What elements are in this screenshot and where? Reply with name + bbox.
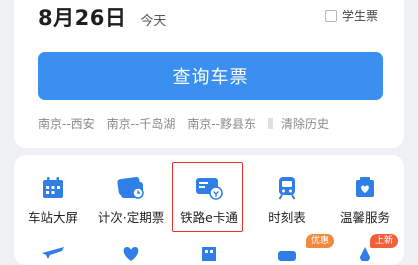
today-label: 今天 [140, 14, 167, 29]
departure-date[interactable]: 8月26日 [38, 2, 126, 32]
new-badge: 上新 [370, 234, 399, 248]
service-label: 铁路e卡通 [180, 210, 238, 225]
services-grid: 车站大屏 计次·定期票 铁路e卡通 时刻表 温馨服务 [14, 173, 404, 226]
service-label: 温馨服务 [339, 210, 390, 225]
date-selector[interactable]: 8月26日 今天 [38, 2, 167, 30]
service-station-screen[interactable]: 车站大屏 [14, 173, 92, 226]
plane-icon [42, 247, 64, 259]
student-ticket-label: 学生票 [341, 9, 378, 23]
station-screen-icon [38, 173, 68, 203]
history-item[interactable]: 南京--西安 [38, 115, 95, 132]
ticket-pass-icon [116, 173, 146, 203]
service-row2-2[interactable] [92, 241, 170, 261]
train-timetable-icon [272, 173, 302, 203]
building-icon [202, 247, 216, 261]
service-ticket-pass[interactable]: 计次·定期票 [92, 173, 170, 226]
service-label: 车站大屏 [27, 210, 78, 225]
search-history: 南京--西安 南京--千岛湖 南京--黟县东 清除历史 [38, 115, 388, 132]
service-warm-care[interactable]: 温馨服务 [326, 173, 404, 226]
service-label: 时刻表 [268, 210, 306, 225]
service-rail-ecard[interactable]: 铁路e卡通 [170, 173, 248, 226]
student-ticket-toggle[interactable]: 学生票 [324, 7, 378, 24]
service-timetable[interactable]: 时刻表 [248, 173, 326, 226]
car-icon [278, 251, 296, 261]
service-row2-1[interactable] [14, 241, 92, 261]
query-tickets-button[interactable]: 查询车票 [38, 52, 383, 100]
services-card: 车站大屏 计次·定期票 铁路e卡通 时刻表 温馨服务 优惠 上新 [14, 155, 404, 265]
history-item[interactable]: 南京--黟县东 [187, 115, 256, 132]
services-row-2 [14, 241, 404, 261]
discount-badge: 优惠 [306, 234, 335, 248]
student-checkbox[interactable] [324, 9, 337, 22]
heart-icon [123, 247, 139, 261]
clear-history-button[interactable]: 清除历史 [281, 115, 329, 132]
rail-ecard-icon [194, 173, 224, 203]
search-card: 8月26日 今天 学生票 查询车票 南京--西安 南京--千岛湖 南京--黟县东… [14, 0, 404, 148]
service-row2-3[interactable] [170, 241, 248, 261]
history-item[interactable]: 南京--千岛湖 [107, 115, 176, 132]
heart-service-icon [350, 173, 380, 203]
service-label: 计次·定期票 [97, 210, 165, 225]
history-divider [268, 118, 274, 129]
